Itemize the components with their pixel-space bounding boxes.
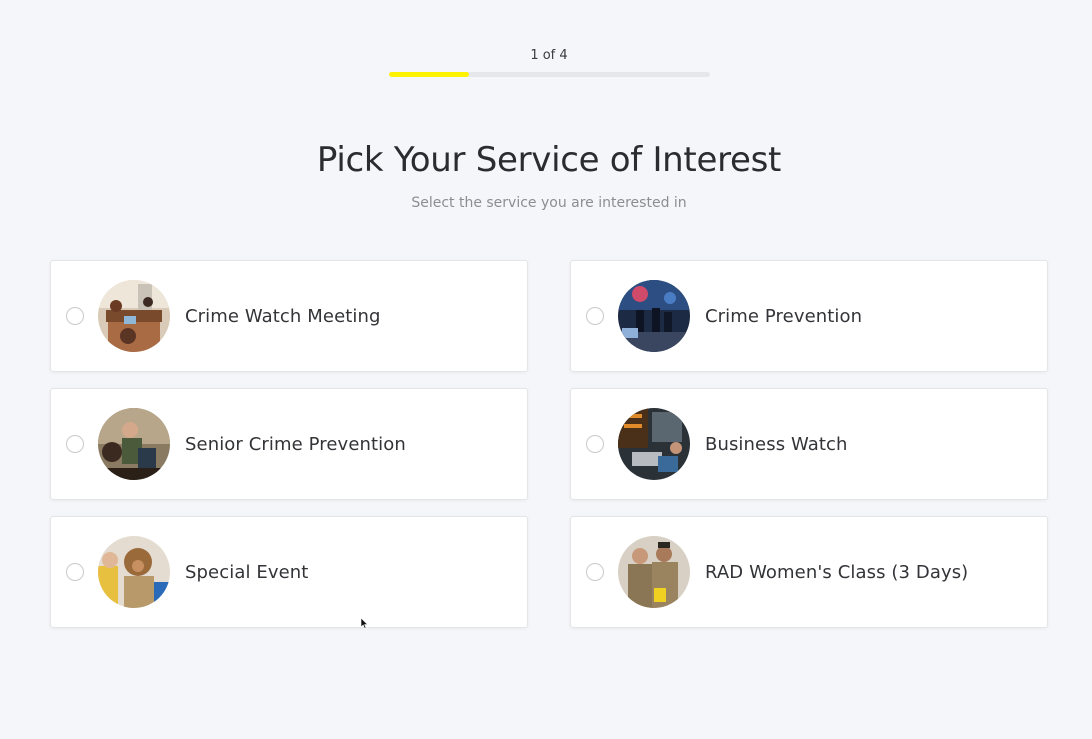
radio-button[interactable]	[586, 435, 604, 453]
progress-bar	[389, 72, 710, 77]
step-counter: 1 of 4	[530, 48, 568, 63]
radio-button[interactable]	[66, 307, 84, 325]
option-label: Senior Crime Prevention	[185, 433, 406, 455]
officers-photo-icon	[618, 536, 690, 608]
option-crime-watch-meeting[interactable]: Crime Watch Meeting	[50, 260, 528, 372]
progress-bar-fill	[389, 72, 470, 77]
option-label: Crime Prevention	[705, 305, 863, 327]
radio-button[interactable]	[586, 563, 604, 581]
option-label: Crime Watch Meeting	[185, 305, 381, 327]
page-title: Pick Your Service of Interest	[316, 140, 782, 180]
senior-photo-icon	[98, 408, 170, 480]
option-label: Special Event	[185, 561, 309, 583]
option-business-watch[interactable]: Business Watch	[570, 388, 1048, 500]
radio-button[interactable]	[66, 563, 84, 581]
radio-button[interactable]	[66, 435, 84, 453]
mascot-photo-icon	[98, 536, 170, 608]
radio-button[interactable]	[586, 307, 604, 325]
option-label: Business Watch	[705, 433, 848, 455]
option-crime-prevention[interactable]: Crime Prevention	[570, 260, 1048, 372]
service-options: Crime Watch Meeting Crime Prevention Sen…	[50, 260, 1048, 628]
police-night-photo-icon	[618, 280, 690, 352]
business-photo-icon	[618, 408, 690, 480]
option-rad-womens-class[interactable]: RAD Women's Class (3 Days)	[570, 516, 1048, 628]
option-special-event[interactable]: Special Event	[50, 516, 528, 628]
option-senior-crime-prevention[interactable]: Senior Crime Prevention	[50, 388, 528, 500]
option-label: RAD Women's Class (3 Days)	[705, 561, 969, 583]
meeting-photo-icon	[98, 280, 170, 352]
mouse-cursor-icon	[361, 618, 369, 629]
page-subtitle: Select the service you are interested in	[411, 195, 687, 211]
